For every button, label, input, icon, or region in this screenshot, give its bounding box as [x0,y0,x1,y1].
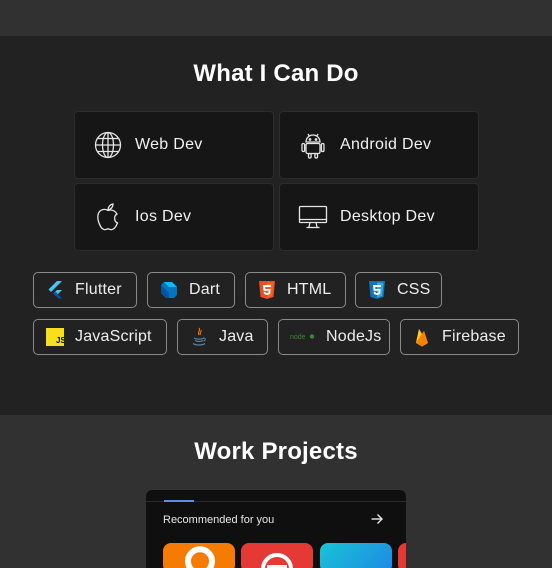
css3-icon [367,280,387,300]
service-card-desktop-dev[interactable]: Desktop Dev [279,183,479,251]
app-thumbnail-orange [163,543,235,568]
tech-chip-flutter[interactable]: Flutter [33,272,137,308]
tech-chip-css[interactable]: CSS [355,272,442,308]
tech-chip-java[interactable]: Java [177,319,268,355]
tech-label: Firebase [442,328,506,345]
svg-text:node: node [290,334,306,341]
service-card-ios-dev[interactable]: Ios Dev [74,183,274,251]
tech-chip-nodejs[interactable]: node NodeJs [278,319,390,355]
top-strip [0,0,552,36]
arrow-right-icon [370,512,384,526]
project-preview-screenshot[interactable]: Recommended for you [146,490,406,568]
app-thumbnail-red [241,543,313,568]
service-card-web-dev[interactable]: Web Dev [74,111,274,179]
service-label: Android Dev [340,136,432,153]
tech-label: HTML [287,281,332,298]
tech-label: Dart [189,281,221,298]
app-thumbnail-teal [320,543,392,568]
tech-chip-dart[interactable]: Dart [147,272,235,308]
tech-label: CSS [397,281,431,298]
skills-section: What I Can Do Web Dev Android Dev Ios De… [0,36,552,415]
java-icon [189,327,209,347]
service-label: Ios Dev [135,208,192,225]
tech-chip-javascript[interactable]: JS JavaScript [33,319,167,355]
preview-heading: Recommended for you [163,514,275,526]
flutter-icon [45,280,65,300]
tech-chip-firebase[interactable]: Firebase [400,319,519,355]
projects-section-title: Work Projects [194,438,358,465]
monitor-icon [298,202,328,232]
preview-tab-indicator [164,500,194,502]
android-icon [298,130,328,160]
firebase-icon [412,327,432,347]
tech-chip-html[interactable]: HTML [245,272,346,308]
html5-icon [257,280,277,300]
svg-text:JS: JS [56,336,64,345]
service-label: Desktop Dev [340,208,435,225]
tech-label: JavaScript [75,328,152,345]
tech-label: Java [219,328,254,345]
nodejs-icon: node [290,327,316,347]
app-thumbnail-partial [398,543,406,568]
skills-section-title: What I Can Do [193,60,359,87]
javascript-icon: JS [45,327,65,347]
service-label: Web Dev [135,136,203,153]
dart-icon [159,280,179,300]
tech-label: NodeJs [326,328,382,345]
tech-label: Flutter [75,281,122,298]
globe-icon [93,130,123,160]
service-card-android-dev[interactable]: Android Dev [279,111,479,179]
apple-icon [93,202,123,232]
